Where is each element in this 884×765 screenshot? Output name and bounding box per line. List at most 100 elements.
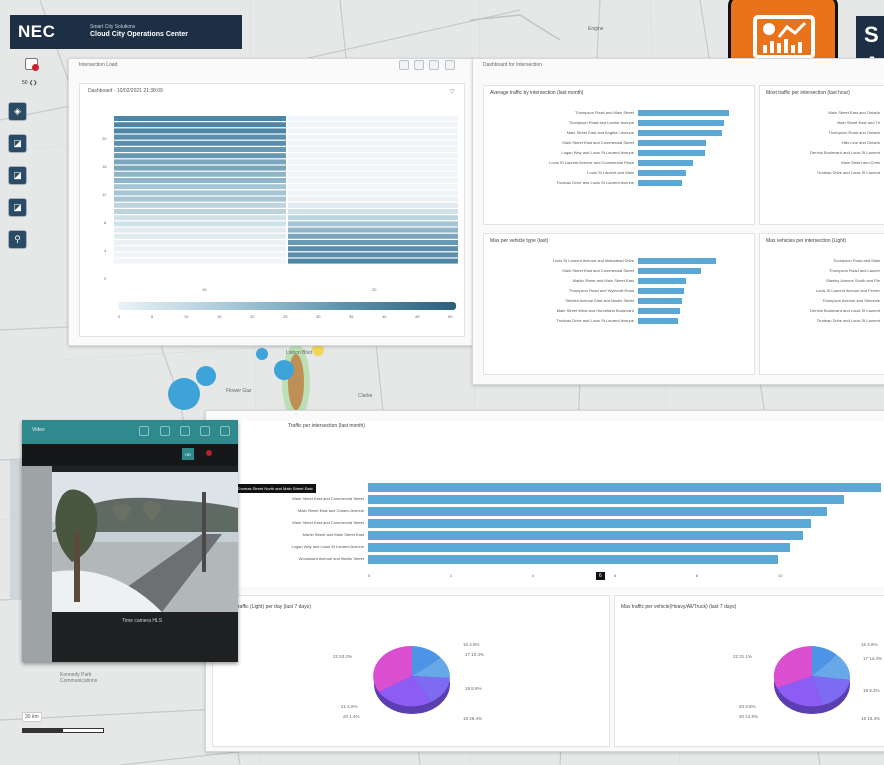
bar[interactable] [638,180,682,186]
heatmap-cell [114,134,286,140]
bar[interactable] [638,110,730,116]
bar[interactable] [638,318,678,324]
heatmap-cell [288,240,458,245]
video-panel[interactable]: Video HD Time camera HLS [22,420,238,662]
chart-title: Max traffic per vehicle(Heavy/All/Truck)… [621,604,737,610]
heatmap-cell [288,202,458,208]
traffic-bottom-panel[interactable]: Traffic per intersection (last month) Ma… [205,410,884,752]
bar[interactable] [638,150,705,156]
pie-card-1: Traffic (Light) per day (last 7 days) 22… [212,595,610,747]
hd-toggle[interactable]: HD [182,448,194,460]
bar[interactable] [638,140,707,146]
bar[interactable] [638,298,682,304]
chart-card-c1: Average traffic by intersection (last mo… [483,85,755,225]
bar[interactable] [638,160,694,166]
sidebar-person-button[interactable]: ⚲ [8,230,27,249]
panel-control-button[interactable] [429,60,439,70]
bar[interactable] [638,258,716,264]
bar[interactable] [368,543,791,552]
pie-label: 20 1.4% [343,714,360,719]
heatmap-cell [288,128,458,134]
pie-label: 18 8.6% [465,686,482,691]
intersection-charts-panel[interactable]: Dashboard for Intersection Average traff… [472,58,884,385]
bar-label: Main Street West and Hurontario Boulevar… [556,308,634,313]
bar-label: Main Street East and Commercial Street [292,496,364,501]
heatmap-cell [114,215,286,221]
x-tick-label: 8 [696,573,699,578]
person-pin-icon: ⚲ [14,234,21,244]
heatmap-cell [114,209,286,214]
video-control-button[interactable] [220,426,230,436]
bar[interactable] [368,531,803,540]
heatmap-cell [288,116,458,121]
sidebar-chart-button-1[interactable]: ◪ [8,134,27,153]
bar-chart: Main Street East and Commercial Street Ma… [206,421,884,587]
alert-indicator[interactable] [22,55,42,73]
bar-tooltip: Thomas Street North and Main Street East [234,484,316,493]
heatmap-cell [288,140,458,146]
chart-bars: Louis St Laurent Avenue and Mainstead Dr… [484,258,754,358]
heatmap-panel[interactable]: Intersection Load Dashboard - 10/02/2021… [68,58,474,346]
video-control-button[interactable] [139,426,149,436]
bar-label: Thompson Road and Wyecroft Road [569,288,634,293]
bar[interactable] [368,555,778,564]
heatmap-ytick: 4 [104,248,107,253]
bar[interactable] [368,519,811,528]
chart-title: Max vehicles per intersection (Light) [766,238,847,244]
panel-control-button[interactable] [445,60,455,70]
bar[interactable] [638,288,684,294]
brand-subtitle: Smart City Solutions [90,24,136,30]
scale-tick-label: 5 [151,314,154,319]
bar-label: Trudeau Drive and Louis St Laurent [816,318,880,323]
panel-control-button[interactable] [414,60,424,70]
heatmap-cell [288,165,458,171]
bar[interactable] [638,170,686,176]
pie-label: 17 14.4% [863,656,883,661]
bar[interactable] [368,483,881,492]
heatmap-cell [114,178,286,183]
scale-tick-label: 10 [184,314,189,319]
panel-control-button[interactable] [399,60,409,70]
bar-label: Trudeau Drive and Louis St Laurent Avenu… [556,318,634,323]
bar-label: Hills Line and Ontario [841,140,880,145]
sidebar-layers-button[interactable]: ◈ [8,102,27,121]
bar-label: Louis St Laurent Avenue and Mainstead Dr… [552,258,634,263]
heatmap-inner: Dashboard - 10/02/2021 21:38:09 ▽ 20 16 … [79,83,465,337]
heatmap-cell [288,153,458,159]
bar[interactable] [638,130,722,136]
video-control-button[interactable] [180,426,190,436]
brand-title: Cloud City Operations Center [90,31,189,38]
bar[interactable] [638,278,686,284]
bar[interactable] [638,120,724,126]
bar[interactable] [368,495,844,504]
chart-title: Most traffic per intersection (last hour… [766,90,850,96]
map-place-label: Lisbon Blvd [286,350,312,356]
record-icon[interactable] [206,450,212,456]
bar-label: Trudeau Drive and Louis St Laurent Avenu… [556,180,634,185]
brand-logo: NEC [18,22,56,41]
x-tick-label: 2 [450,573,453,578]
map-place-label: Kennedy Park Communications [60,672,98,684]
sidebar-chart-button-3[interactable]: ◪ [8,198,27,217]
heatmap-cell [288,184,458,190]
bar-label: Louis St Laurent Avenue and Ferrier [815,288,880,293]
heatmap-cell [114,258,286,264]
pie-label: 22 53.2% [333,654,353,659]
chart-title: Max per vehicle type (last) [490,238,549,244]
heatmap-cell [288,252,458,258]
bar[interactable] [638,308,680,314]
heatmap-cell [288,221,458,227]
camera-caption: Time camera HLS [122,618,163,624]
heatmap-cell [114,221,286,227]
bar[interactable] [638,268,701,274]
bar[interactable] [368,507,828,516]
sidebar-chart-button-2[interactable]: ◪ [8,166,27,185]
video-left-strip [22,466,52,662]
x-tick-label: 4 [532,573,535,578]
pie-chart-1 [373,645,451,714]
video-control-button[interactable] [160,426,170,436]
chart-labels: Thompson Road and Main Thompson Road and … [760,258,884,358]
alert-dot [32,64,39,71]
pie-label: 19 16.3% [861,716,881,721]
video-control-button[interactable] [200,426,210,436]
